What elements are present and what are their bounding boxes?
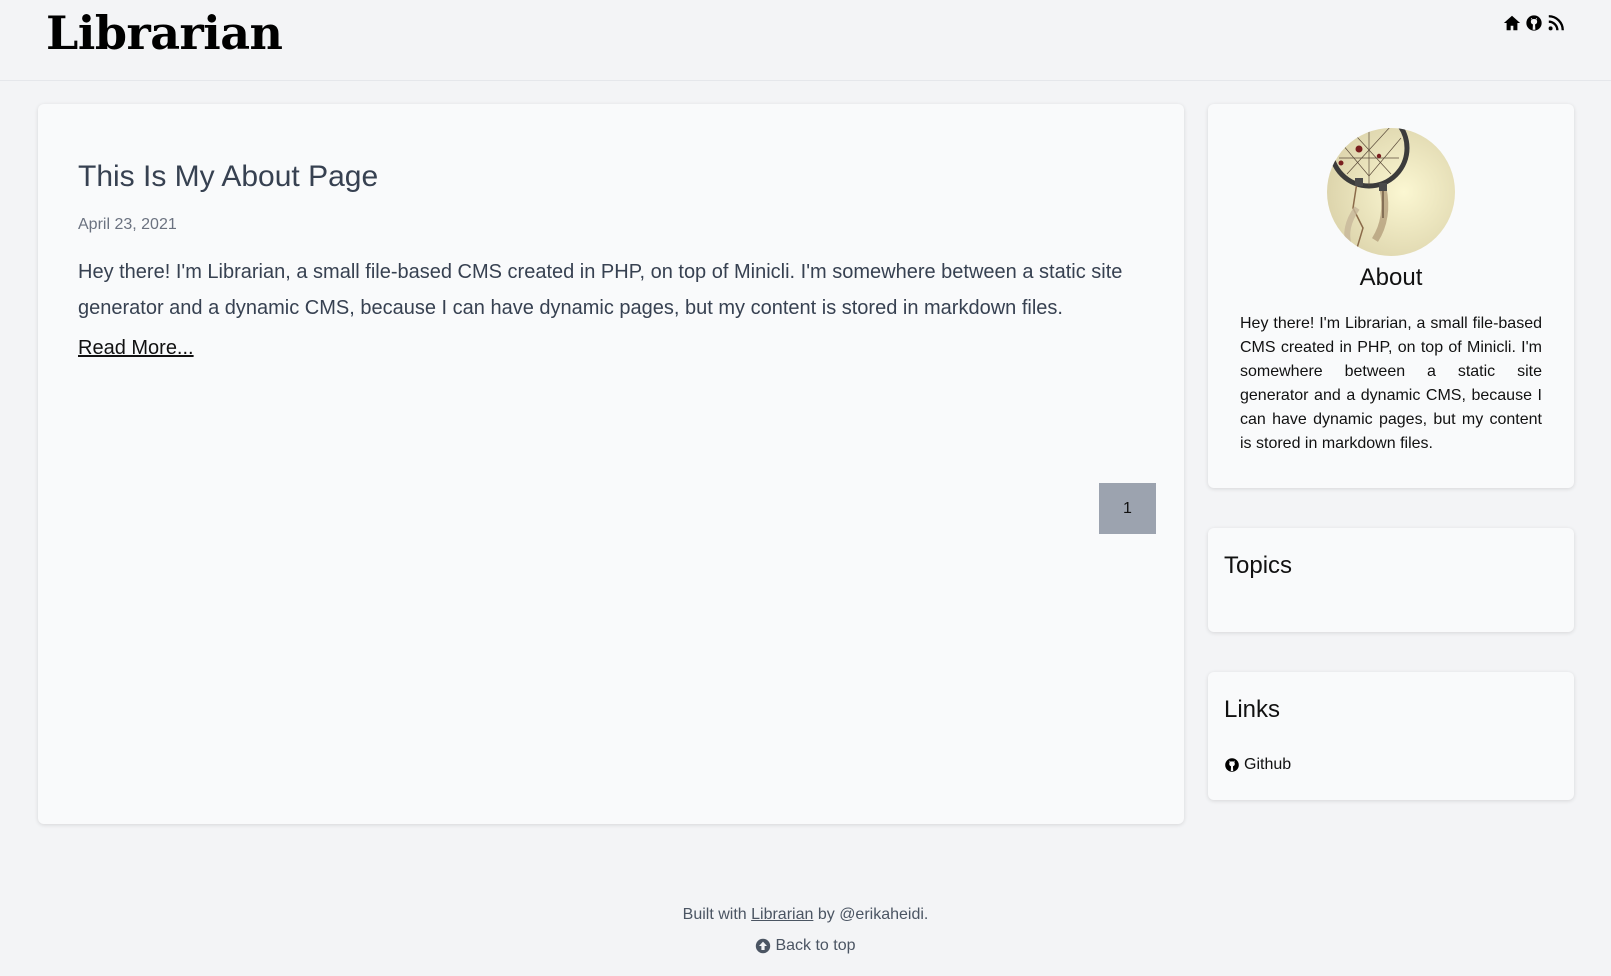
footer-built-with-prefix: Built with [682, 906, 747, 923]
arrow-up-circle-icon [755, 938, 771, 954]
back-to-top-label: Back to top [775, 937, 856, 954]
post-excerpt: Hey there! I'm Librarian, a small file-b… [78, 261, 1123, 319]
read-more-link[interactable]: Read More... [78, 330, 194, 366]
github-icon[interactable] [1525, 14, 1543, 32]
home-icon[interactable] [1503, 14, 1521, 32]
back-to-top-link[interactable]: Back to top [0, 937, 1611, 955]
avatar [1327, 128, 1455, 256]
header-icon-nav [1503, 14, 1565, 32]
footer-credit: Built with Librarian by @erikaheidi. [0, 906, 1611, 924]
rss-icon[interactable] [1547, 14, 1565, 32]
pagination-page-button[interactable]: 1 [1099, 483, 1156, 534]
about-widget: About Hey there! I'm Librarian, a small … [1208, 104, 1574, 488]
site-header: Librarian [0, 0, 1611, 81]
about-text: Hey there! I'm Librarian, a small file-b… [1240, 315, 1542, 452]
post-list-card: This Is My About Page April 23, 2021 Hey… [38, 104, 1184, 824]
link-item-github[interactable]: Github [1224, 756, 1291, 774]
post-title[interactable]: This Is My About Page [78, 160, 378, 194]
link-item-label: Github [1244, 756, 1292, 773]
site-title[interactable]: Librarian [46, 6, 283, 60]
about-title: About [1359, 264, 1423, 291]
links-title: Links [1224, 696, 1281, 723]
github-icon [1224, 757, 1240, 773]
topics-widget: Topics [1208, 528, 1574, 632]
links-widget: Links Github [1208, 672, 1574, 800]
footer-librarian-link[interactable]: Librarian [751, 906, 813, 923]
site-footer: Built with Librarian by @erikaheidi. Bac… [0, 906, 1611, 955]
footer-built-with-suffix: by @erikaheidi. [817, 906, 929, 923]
post-date: April 23, 2021 [78, 216, 177, 233]
topics-title: Topics [1224, 552, 1293, 579]
